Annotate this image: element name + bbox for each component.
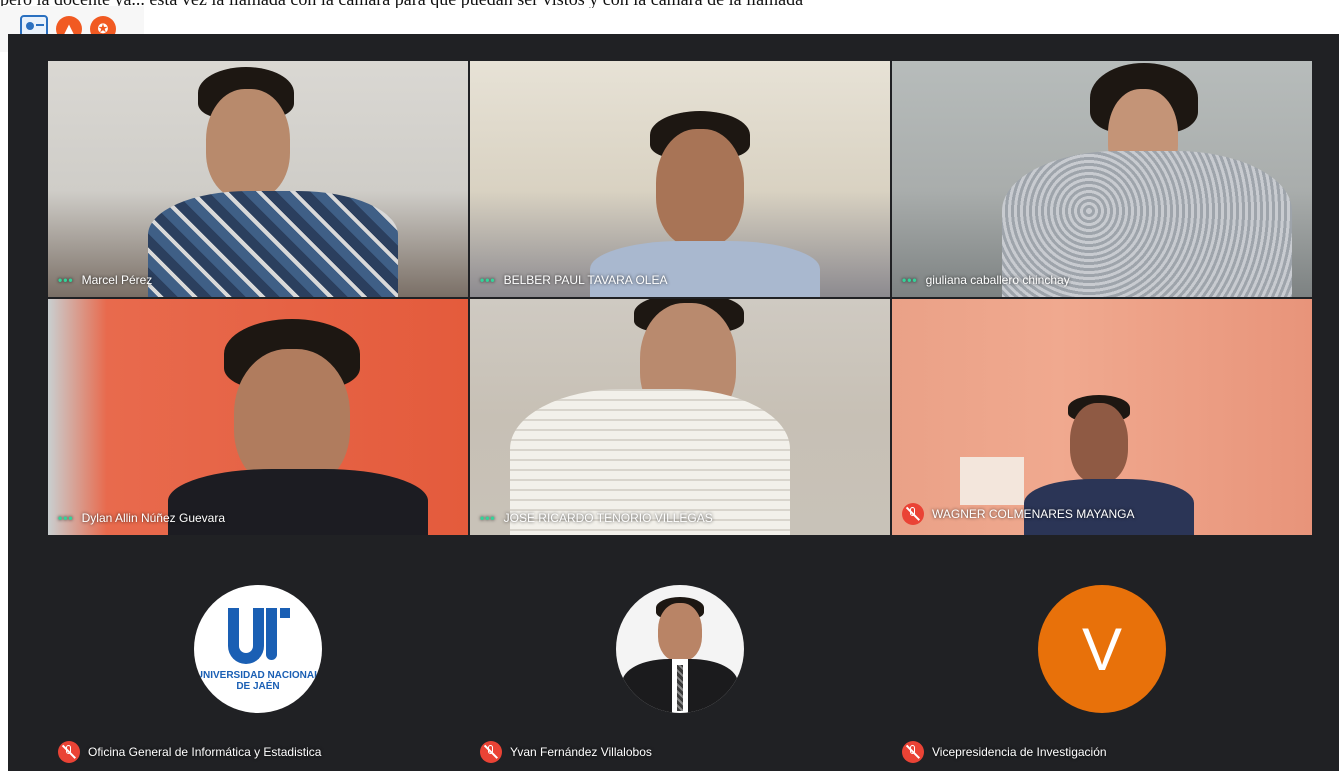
university-logo: UNIVERSIDAD NACIONAL DE JAÉN (194, 585, 322, 713)
participant-name-bar: ••• BELBER PAUL TAVARA OLEA (480, 273, 667, 287)
participant-shirt (148, 191, 398, 297)
participant-tile-wagner[interactable]: WAGNER COLMENARES MAYANGA (892, 299, 1312, 535)
profile-photo-avatar (616, 585, 744, 713)
unj-logo-mark (218, 608, 298, 666)
logo-text: UNIVERSIDAD NACIONAL DE JAÉN (195, 670, 321, 692)
speaking-dots-icon: ••• (58, 273, 74, 287)
participant-tile-dylan[interactable]: ••• Dylan Allin Núñez Guevara (48, 299, 468, 535)
page-caption-text: pero la docente ya... esta vez la llamad… (0, 0, 1339, 8)
participant-name-bar: ••• Marcel Pérez (58, 273, 152, 287)
letter-avatar: V (1038, 585, 1166, 713)
speaking-dots-icon: ••• (902, 273, 918, 287)
participant-tile-belber[interactable]: ••• BELBER PAUL TAVARA OLEA (470, 61, 890, 297)
participant-name: JOSE RICARDO TENORIO VILLEGAS (503, 511, 713, 525)
participant-face (206, 89, 290, 199)
mic-off-icon (58, 741, 80, 763)
participant-face (234, 349, 350, 489)
participant-face (656, 129, 744, 247)
participant-name: Dylan Allin Núñez Guevara (81, 511, 226, 525)
meeting-grid: ••• Marcel Pérez ••• BELBER PAUL TAVARA … (8, 34, 1339, 771)
participant-face (1070, 403, 1128, 483)
participant-name: giuliana caballero chinchay (925, 273, 1070, 287)
participant-name: Vicepresidencia de Investigación (932, 745, 1107, 759)
participant-name-bar: ••• giuliana caballero chinchay (902, 273, 1070, 287)
participant-name-bar: Oficina General de Informática y Estadis… (58, 741, 321, 763)
mic-off-icon (902, 503, 924, 525)
mic-off-icon (902, 741, 924, 763)
participant-shirt (168, 469, 428, 535)
participant-name: Yvan Fernández Villalobos (510, 745, 652, 759)
speaking-dots-icon: ••• (58, 511, 74, 525)
participant-tile-oficina[interactable]: UNIVERSIDAD NACIONAL DE JAÉN Oficina Gen… (48, 537, 468, 771)
participant-name-bar: Vicepresidencia de Investigación (902, 741, 1107, 763)
participant-tile-jose[interactable]: ••• JOSE RICARDO TENORIO VILLEGAS (470, 299, 890, 535)
participant-tile-marcel[interactable]: ••• Marcel Pérez (48, 61, 468, 297)
participant-name-bar: Yvan Fernández Villalobos (480, 741, 652, 763)
speaking-dots-icon: ••• (480, 273, 496, 287)
participant-name: BELBER PAUL TAVARA OLEA (503, 273, 668, 287)
participant-name: Oficina General de Informática y Estadis… (88, 745, 322, 759)
mic-off-icon (480, 741, 502, 763)
participant-tile-vicepresidencia[interactable]: V Vicepresidencia de Investigación (892, 537, 1312, 771)
participant-name: WAGNER COLMENARES MAYANGA (932, 507, 1135, 521)
participant-tile-yvan[interactable]: Yvan Fernández Villalobos (470, 537, 890, 771)
participant-name-bar: WAGNER COLMENARES MAYANGA (902, 503, 1134, 525)
screen: pero la docente ya... esta vez la llamad… (0, 0, 1339, 771)
wall-paper-note (960, 457, 1024, 505)
participant-tile-giuliana[interactable]: ••• giuliana caballero chinchay (892, 61, 1312, 297)
participant-name-bar: ••• Dylan Allin Núñez Guevara (58, 511, 225, 525)
speaking-dots-icon: ••• (480, 511, 496, 525)
participant-shirt (590, 241, 820, 297)
participant-name: Marcel Pérez (81, 273, 153, 287)
participant-name-bar: ••• JOSE RICARDO TENORIO VILLEGAS (480, 511, 713, 525)
